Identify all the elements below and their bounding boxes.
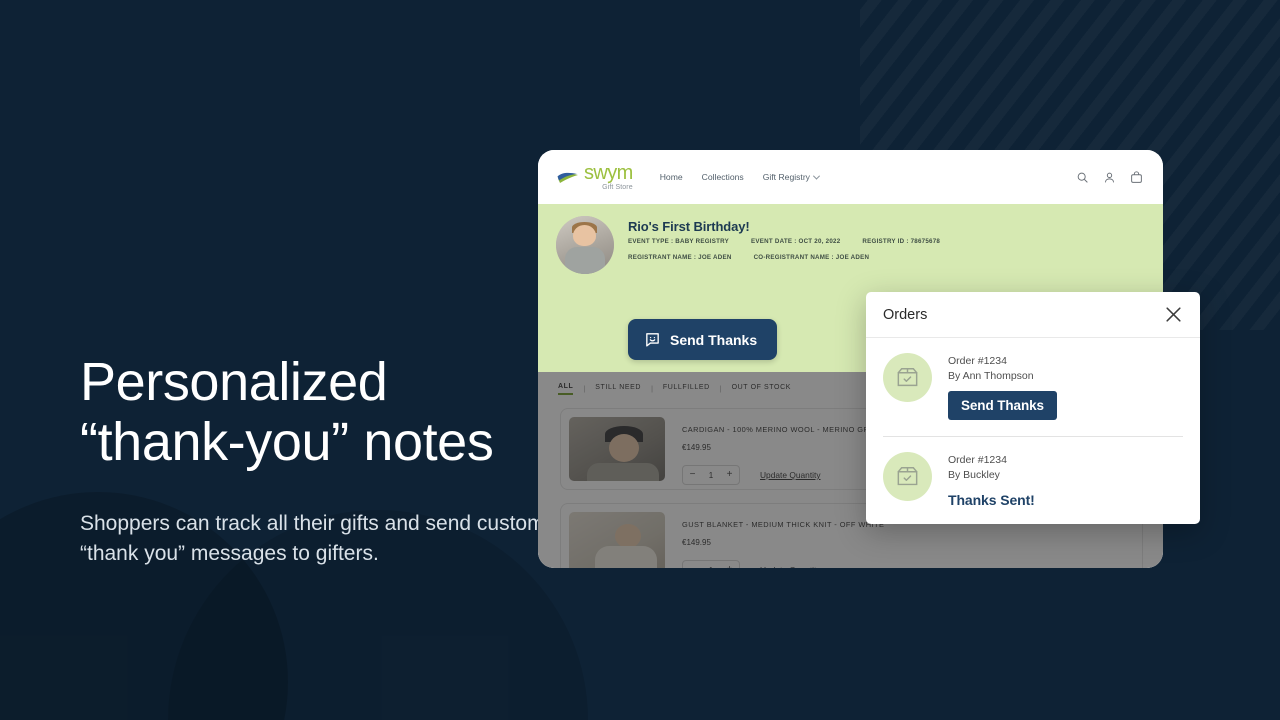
orders-modal-header: Orders <box>866 292 1200 338</box>
quantity-value: 1 <box>702 566 720 569</box>
promo-copy: Personalized “thank-you” notes Shoppers … <box>80 352 550 569</box>
store-logo[interactable]: swym Gift Store <box>557 163 633 191</box>
registry-meta-event-type: EVENT TYPE : BABY REGISTRY <box>628 238 730 245</box>
filter-tab-fullfilled[interactable]: FULLFILLED <box>663 384 710 394</box>
package-check-icon <box>897 467 918 486</box>
nav-item-gift-registry[interactable]: Gift Registry <box>762 172 821 182</box>
product-price: €149.95 <box>682 538 711 547</box>
quantity-stepper[interactable]: − 1 + <box>682 465 740 485</box>
swym-logo-mark <box>557 172 578 183</box>
close-icon[interactable] <box>1164 305 1183 324</box>
order-number: Order #1234 <box>948 355 1007 367</box>
order-list-item: Order #1234 By Ann Thompson Send Thanks <box>883 338 1183 436</box>
nav-item-home[interactable]: Home <box>660 172 683 182</box>
orders-modal: Orders Order #1234 By Ann Thompson Send … <box>866 292 1200 524</box>
registry-banner-actions: Send Thanks <box>628 319 778 360</box>
store-logo-word: swym <box>584 162 633 184</box>
promo-heading-line-1: Personalized <box>80 352 388 412</box>
product-thumbnail <box>569 512 665 568</box>
filter-tab-still-need[interactable]: STILL NEED <box>595 384 641 394</box>
registry-banner-top: Rio's First Birthday! EVENT TYPE : BABY … <box>556 216 1163 274</box>
chevron-down-icon <box>812 172 821 180</box>
product-quantity-line: − 1 + Update Quantity <box>682 560 1132 568</box>
filter-separator: | <box>583 385 586 393</box>
registry-meta-co-registrant-name: CO-REGISTRANT NAME : JOE ADEN <box>753 254 870 261</box>
quantity-increment-button[interactable]: + <box>720 470 739 480</box>
send-thanks-button[interactable]: Send Thanks <box>948 391 1057 420</box>
store-header: swym Gift Store Home Collections Gift Re… <box>538 150 1163 204</box>
registrant-avatar <box>556 216 614 274</box>
send-thanks-button-hero-label: Send Thanks <box>670 331 758 348</box>
order-gifter-name: By Ann Thompson <box>948 370 1034 382</box>
registry-title: Rio's First Birthday! <box>628 219 750 234</box>
account-icon[interactable] <box>1103 171 1116 184</box>
quantity-value: 1 <box>708 470 714 480</box>
nav-item-home-label: Home <box>659 172 683 182</box>
order-package-icon-wrapper <box>883 353 932 402</box>
package-check-icon <box>897 368 918 387</box>
store-logo-subtitle: Gift Store <box>602 184 633 191</box>
order-details: Order #1234 By Buckley Thanks Sent! <box>948 452 1035 508</box>
quantity-decrement-button[interactable]: − <box>683 470 702 480</box>
order-package-icon-wrapper <box>883 452 932 501</box>
order-list-item: Order #1234 By Buckley Thanks Sent! <box>883 436 1183 524</box>
registry-meta-row-1: EVENT TYPE : BABY REGISTRY EVENT DATE : … <box>628 238 940 245</box>
quantity-increment-button[interactable]: + <box>720 565 739 569</box>
promo-subtext: Shoppers can track all their gifts and s… <box>80 511 545 565</box>
nav-item-collections-label: Collections <box>701 172 744 182</box>
quantity-stepper[interactable]: − 1 + <box>682 560 740 568</box>
update-quantity-link[interactable]: Update Quantity <box>760 565 821 568</box>
chat-smiley-icon <box>646 333 659 347</box>
quantity-decrement-button[interactable]: − <box>683 565 702 569</box>
registry-meta-registry-id: REGISTRY ID : 78675678 <box>862 238 941 245</box>
order-number: Order #1234 <box>948 454 1007 466</box>
filter-tab-all[interactable]: ALL <box>558 383 574 395</box>
promo-heading-line-2: “thank-you” notes <box>80 412 494 473</box>
order-gifter-name: By Buckley <box>948 469 1000 481</box>
order-details: Order #1234 By Ann Thompson Send Thanks <box>948 353 1057 420</box>
filter-separator: | <box>651 385 653 393</box>
store-logo-text: swym Gift Store <box>584 163 633 191</box>
registry-info: Rio's First Birthday! EVENT TYPE : BABY … <box>628 216 940 274</box>
product-thumbnail <box>569 417 665 481</box>
nav-item-collections[interactable]: Collections <box>702 172 744 182</box>
store-header-actions <box>1076 170 1143 184</box>
thanks-sent-status: Thanks Sent! <box>948 492 1035 508</box>
filter-separator: | <box>719 385 722 393</box>
store-nav: Home Collections Gift Registry <box>660 172 821 182</box>
update-quantity-link[interactable]: Update Quantity <box>760 470 821 480</box>
nav-item-gift-registry-label: Gift Registry <box>762 172 810 182</box>
search-icon[interactable] <box>1076 171 1089 184</box>
shopping-bag-icon[interactable] <box>1130 170 1143 184</box>
send-thanks-button-hero[interactable]: Send Thanks <box>628 319 778 360</box>
orders-list: Order #1234 By Ann Thompson Send Thanks … <box>866 338 1200 524</box>
orders-modal-title: Orders <box>883 306 928 323</box>
registry-meta-row-2: REGISTRANT NAME : JOE ADEN CO-REGISTRANT… <box>628 254 940 261</box>
filter-tab-out-of-stock[interactable]: OUT OF STOCK <box>732 384 791 394</box>
promo-heading: Personalized “thank-you” notes <box>80 352 550 473</box>
registry-meta-registrant-name: REGISTRANT NAME : JOE ADEN <box>628 254 732 261</box>
registry-meta-event-date: EVENT DATE : OCT 20, 2022 <box>751 238 841 245</box>
